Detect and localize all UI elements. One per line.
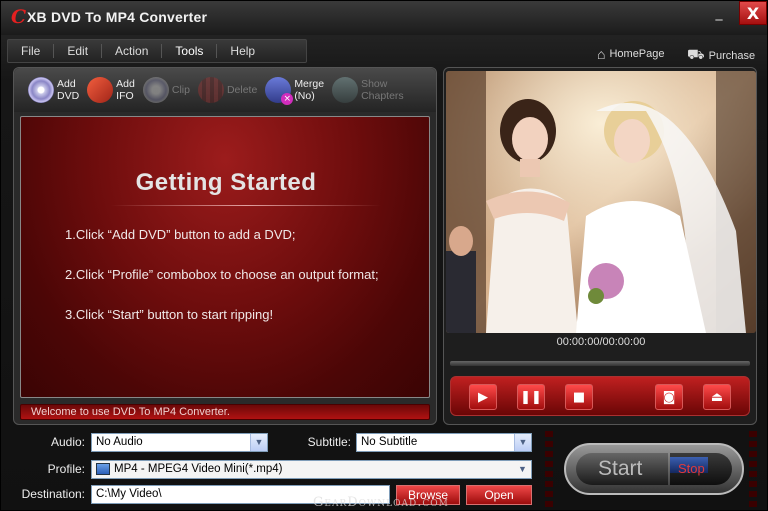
- chapters-icon: [332, 77, 359, 103]
- app-logo: C: [11, 6, 27, 28]
- pause-icon: ❚❚: [520, 390, 542, 405]
- menu-help[interactable]: Help: [217, 44, 268, 58]
- chevron-down-icon: ▼: [250, 434, 267, 451]
- pause-button[interactable]: ❚❚: [517, 384, 545, 410]
- eject-button[interactable]: ⏏: [703, 384, 731, 410]
- stop-playback-button[interactable]: ■: [565, 384, 593, 410]
- homepage-label: HomePage: [609, 48, 665, 60]
- source-panel: Add DVD Add IFO Clip Delete × Merge (No) Sh…: [13, 67, 437, 425]
- chevron-down-icon: ▼: [514, 434, 531, 451]
- cart-icon: ⛟: [687, 46, 705, 62]
- merge-button[interactable]: × Merge (No): [265, 77, 325, 105]
- watermark: GearDownload.com: [313, 495, 449, 510]
- time-readout: 00:00:00/00:00:00: [556, 336, 646, 348]
- eject-icon: ⏏: [710, 390, 724, 405]
- merge-label-line2: (No): [294, 90, 315, 102]
- video-preview: [446, 71, 756, 333]
- add-dvd-label-line2: DVD: [57, 90, 80, 102]
- heading-divider: [111, 205, 381, 206]
- purchase-label: Purchase: [708, 49, 756, 62]
- audio-select[interactable]: No Audio ▼: [91, 433, 268, 452]
- menu-bar: File Edit Action Tools Help: [7, 39, 307, 63]
- close-button[interactable]: X: [739, 1, 767, 25]
- step-2-text: 2.Click “Profile” combobox to choose an …: [65, 267, 379, 282]
- add-ifo-label-line1: Add: [116, 78, 135, 90]
- home-icon: ⌂: [597, 46, 606, 62]
- decorative-strip: [545, 431, 553, 511]
- toolbar: Add DVD Add IFO Clip Delete × Merge (No) Sh…: [14, 68, 436, 112]
- chevron-down-icon: ▼: [514, 461, 531, 478]
- playback-controls: ▶ ❚❚ ■ ◙ ⏏: [450, 376, 750, 416]
- decorative-strip: [749, 431, 757, 511]
- profile-select[interactable]: MP4 - MPEG4 Video Mini(*.mp4) ▼: [91, 460, 532, 479]
- minimize-button[interactable]: _: [707, 5, 731, 27]
- profile-select-value: MP4 - MPEG4 Video Mini(*.mp4): [114, 463, 283, 475]
- clip-button[interactable]: Clip: [142, 77, 190, 103]
- subtitle-label: Subtitle:: [307, 435, 351, 449]
- play-button[interactable]: ▶: [469, 384, 497, 410]
- subtitle-select-value: No Subtitle: [361, 436, 418, 448]
- menu-tools[interactable]: Tools: [162, 44, 218, 58]
- add-dvd-button[interactable]: Add DVD: [28, 77, 79, 103]
- open-button[interactable]: Open: [466, 485, 532, 505]
- destination-value: C:\My Video\: [96, 488, 162, 500]
- ifo-file-icon: [87, 77, 114, 103]
- menu-file[interactable]: File: [8, 44, 55, 58]
- show-chapters-button[interactable]: Show Chapters: [332, 77, 404, 103]
- status-bar: Welcome to use DVD To MP4 Converter.: [20, 404, 430, 420]
- video-format-icon: [96, 462, 110, 475]
- convert-controls: Start Stop: [564, 443, 744, 495]
- start-button[interactable]: Start: [576, 453, 668, 485]
- subtitle-select[interactable]: No Subtitle ▼: [356, 433, 532, 452]
- seek-slider[interactable]: [450, 361, 750, 366]
- stop-label: Stop: [678, 461, 705, 476]
- merge-off-badge-icon: ×: [281, 93, 294, 105]
- merge-label-line1: Merge: [294, 78, 325, 90]
- getting-started-panel: Getting Started 1.Click “Add DVD” button…: [20, 116, 430, 398]
- title-bar: C XB DVD To MP4 Converter _ X: [1, 1, 767, 35]
- preview-panel: 00:00:00/00:00:00 ▶ ❚❚ ■ ◙ ⏏: [443, 67, 757, 425]
- add-ifo-button[interactable]: Add IFO: [87, 77, 135, 103]
- app-window: C XB DVD To MP4 Converter _ X File Edit …: [0, 0, 768, 511]
- audio-label: Audio:: [50, 435, 85, 449]
- getting-started-heading: Getting Started: [135, 169, 317, 196]
- delete-button[interactable]: Delete: [197, 77, 258, 103]
- step-3-text: 3.Click “Start” button to start ripping!: [65, 307, 274, 322]
- add-ifo-label-line2: IFO: [116, 90, 134, 102]
- show-chapters-label-line1: Show: [361, 78, 388, 90]
- delete-label: Delete: [226, 84, 258, 96]
- audio-select-value: No Audio: [96, 436, 143, 448]
- preview-image: [446, 71, 756, 333]
- status-message: Welcome to use DVD To MP4 Converter.: [31, 406, 230, 418]
- camera-icon: ◙: [662, 390, 676, 405]
- stop-button[interactable]: Stop: [670, 453, 732, 485]
- merge-icon: ×: [265, 77, 294, 105]
- show-chapters-label-line2: Chapters: [361, 90, 404, 102]
- destination-label: Destination:: [21, 487, 85, 501]
- delete-film-icon: [197, 77, 224, 103]
- clip-label: Clip: [171, 84, 190, 96]
- homepage-link[interactable]: ⌂ HomePage: [597, 46, 665, 62]
- play-icon: ▶: [478, 390, 488, 405]
- menu-action[interactable]: Action: [102, 44, 163, 58]
- menu-edit[interactable]: Edit: [54, 44, 103, 58]
- profile-label: Profile:: [47, 462, 85, 476]
- purchase-link[interactable]: ⛟ Purchase: [687, 46, 755, 65]
- window-title: XB DVD To MP4 Converter: [27, 9, 208, 25]
- step-1-text: 1.Click “Add DVD” button to add a DVD;: [65, 227, 296, 242]
- add-dvd-label-line1: Add: [57, 78, 76, 90]
- dvd-disc-icon: [28, 77, 54, 103]
- stop-icon: ■: [572, 390, 586, 405]
- clip-icon: [142, 77, 169, 103]
- snapshot-button[interactable]: ◙: [655, 384, 683, 410]
